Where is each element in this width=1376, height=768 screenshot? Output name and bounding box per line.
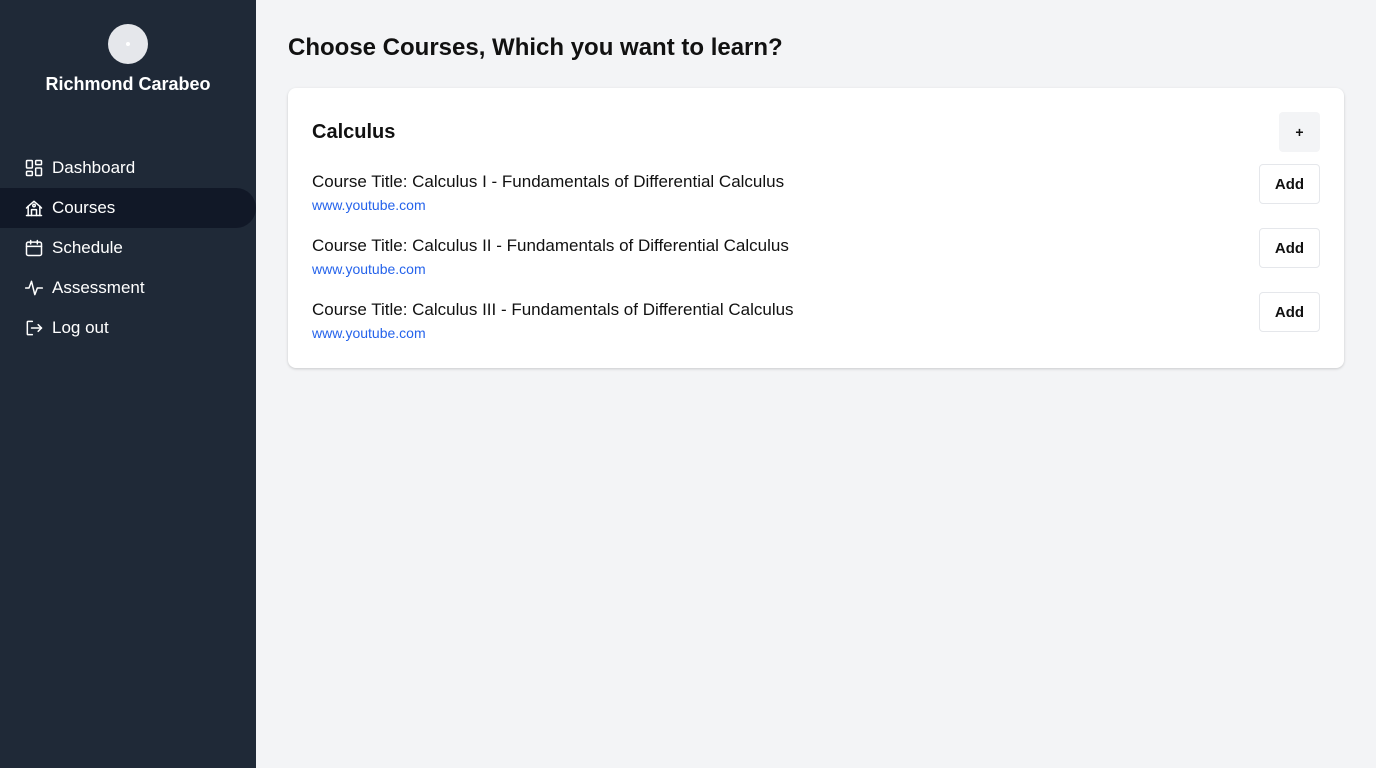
- sidebar-item-label: Schedule: [52, 238, 123, 257]
- course-item: Course Title: Calculus II - Fundamentals…: [312, 228, 1320, 277]
- activity-icon: [24, 278, 44, 298]
- add-category-button[interactable]: +: [1279, 112, 1320, 152]
- dashboard-icon: [24, 158, 44, 178]
- course-item: Course Title: Calculus I - Fundamentals …: [312, 164, 1320, 213]
- sidebar-item-assessment[interactable]: Assessment: [0, 268, 256, 308]
- sidebar-item-dashboard[interactable]: Dashboard: [0, 148, 256, 188]
- add-course-button[interactable]: Add: [1259, 292, 1320, 332]
- course-link[interactable]: www.youtube.com: [312, 325, 426, 341]
- user-name: Richmond Carabeo: [45, 74, 211, 94]
- sidebar-item-schedule[interactable]: Schedule: [0, 228, 256, 268]
- course-item: Course Title: Calculus III - Fundamental…: [312, 292, 1320, 341]
- calendar-icon: [24, 238, 44, 258]
- sidebar-item-label: Courses: [52, 198, 116, 217]
- sidebar-nav: Dashboard Courses Schedule Assessment Lo…: [0, 148, 256, 348]
- courses-icon: [24, 198, 44, 218]
- logout-icon: [24, 318, 44, 338]
- sidebar-item-logout[interactable]: Log out: [0, 308, 256, 348]
- avatar-dot: [126, 42, 130, 46]
- course-title: Course Title: Calculus II - Fundamentals…: [312, 236, 789, 255]
- course-card: Calculus + Course Title: Calculus I - Fu…: [288, 88, 1344, 368]
- page-title: Choose Courses, Which you want to learn?: [288, 34, 783, 61]
- course-title: Course Title: Calculus I - Fundamentals …: [312, 172, 785, 191]
- sidebar-item-label: Assessment: [52, 278, 145, 297]
- avatar[interactable]: [108, 24, 148, 64]
- sidebar-item-courses[interactable]: Courses: [0, 188, 256, 228]
- add-course-button[interactable]: Add: [1259, 164, 1320, 204]
- card-title: Calculus: [312, 121, 396, 143]
- course-link[interactable]: www.youtube.com: [312, 197, 426, 213]
- course-link[interactable]: www.youtube.com: [312, 261, 426, 277]
- sidebar-item-label: Log out: [52, 318, 109, 337]
- course-title: Course Title: Calculus III - Fundamental…: [312, 300, 794, 319]
- add-course-button[interactable]: Add: [1259, 228, 1320, 268]
- sidebar-item-label: Dashboard: [52, 158, 136, 177]
- sidebar: Richmond Carabeo Dashboard Courses Sched…: [0, 0, 256, 768]
